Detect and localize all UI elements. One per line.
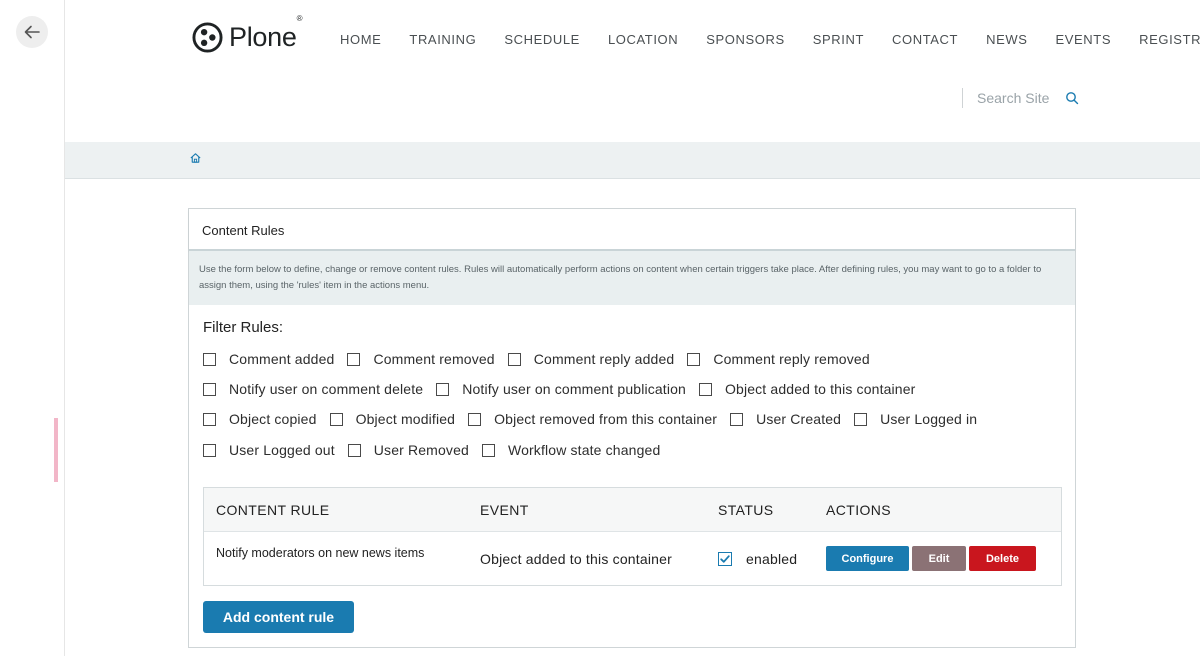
search-input[interactable] — [977, 90, 1051, 106]
rule-name: Notify moderators on new news items — [216, 546, 425, 560]
filter-object-removed[interactable]: Object removed from this container — [468, 411, 717, 427]
panel-description: Use the form below to define, change or … — [189, 251, 1075, 305]
check-icon — [720, 555, 730, 563]
nav-news[interactable]: NEWS — [972, 32, 1041, 48]
breadcrumb — [65, 142, 1200, 179]
checkbox[interactable] — [203, 412, 216, 426]
filter-comment-removed[interactable]: Comment removed — [347, 351, 495, 367]
checkbox[interactable] — [347, 352, 361, 366]
filter-title: Filter Rules: — [203, 319, 284, 336]
checkbox[interactable] — [347, 443, 361, 457]
search-icon[interactable] — [1065, 91, 1079, 105]
nav-events[interactable]: EVENTS — [1041, 32, 1125, 48]
checkbox[interactable] — [468, 412, 482, 426]
checkbox[interactable] — [687, 352, 701, 366]
filter-workflow-state-changed[interactable]: Workflow state changed — [481, 442, 660, 458]
filter-notify-comment-publication[interactable]: Notify user on comment publication — [436, 381, 686, 397]
configure-button[interactable]: Configure — [826, 546, 909, 571]
rule-event: Object added to this container — [480, 551, 673, 567]
filter-object-copied[interactable]: Object copied — [203, 411, 317, 427]
status-label: enabled — [746, 551, 798, 567]
panel-title: Content Rules — [189, 209, 1075, 251]
filter-row: Object copied Object modified Object rem… — [203, 411, 990, 427]
checkbox[interactable] — [203, 352, 216, 366]
filter-user-created[interactable]: User Created — [730, 411, 841, 427]
checkbox[interactable] — [730, 412, 744, 426]
filter-row: Comment added Comment removed Comment re… — [203, 351, 883, 367]
table-row: Notify moderators on new news items Obje… — [204, 532, 1061, 585]
filter-comment-reply-removed[interactable]: Comment reply removed — [687, 351, 870, 367]
enabled-checkbox[interactable] — [718, 552, 732, 566]
checkbox[interactable] — [203, 382, 216, 396]
nav-schedule[interactable]: SCHEDULE — [490, 32, 594, 48]
column-header-rule: CONTENT RULE — [216, 502, 330, 518]
filter-comment-reply-added[interactable]: Comment reply added — [507, 351, 675, 367]
checkbox[interactable] — [854, 412, 868, 426]
filter-object-modified[interactable]: Object modified — [329, 411, 456, 427]
filter-row: Notify user on comment delete Notify use… — [203, 381, 929, 397]
add-content-rule-button[interactable]: Add content rule — [203, 601, 354, 633]
checkbox[interactable] — [481, 443, 495, 457]
filter-row: User Logged out User Removed Workflow st… — [203, 442, 673, 458]
logo-text: Plone® — [229, 13, 303, 52]
arrow-left-icon — [24, 25, 40, 39]
checkbox[interactable] — [203, 443, 216, 457]
nav-sponsors[interactable]: SPONSORS — [692, 32, 798, 48]
table-header: CONTENT RULE EVENT STATUS ACTIONS — [204, 488, 1061, 532]
column-header-actions: ACTIONS — [826, 502, 892, 518]
delete-button[interactable]: Delete — [969, 546, 1036, 571]
nav-location[interactable]: LOCATION — [594, 32, 692, 48]
rule-status: enabled — [718, 551, 797, 567]
site-logo[interactable]: Plone® — [192, 13, 303, 53]
plone-toolbar — [0, 0, 65, 656]
back-button[interactable] — [16, 16, 48, 48]
filter-notify-comment-delete[interactable]: Notify user on comment delete — [203, 381, 423, 397]
content-rules-panel: Content Rules Use the form below to defi… — [188, 208, 1076, 648]
checkbox[interactable] — [436, 382, 450, 396]
checkbox[interactable] — [698, 382, 712, 396]
nav-sprint[interactable]: SPRINT — [799, 32, 878, 48]
filter-user-logged-out[interactable]: User Logged out — [203, 442, 335, 458]
filter-object-added[interactable]: Object added to this container — [698, 381, 916, 397]
rules-table: CONTENT RULE EVENT STATUS ACTIONS Notify… — [203, 487, 1062, 586]
filter-user-logged-in[interactable]: User Logged in — [854, 411, 977, 427]
home-icon[interactable] — [189, 151, 202, 165]
checkbox[interactable] — [329, 412, 343, 426]
row-actions: Configure Edit Delete — [826, 546, 1036, 571]
nav-home[interactable]: HOME — [326, 32, 395, 48]
filter-comment-added[interactable]: Comment added — [203, 351, 334, 367]
edit-button[interactable]: Edit — [912, 546, 966, 571]
column-header-event: EVENT — [480, 502, 529, 518]
filter-user-removed[interactable]: User Removed — [347, 442, 469, 458]
checkbox[interactable] — [507, 352, 521, 366]
toolbar-accent — [54, 418, 58, 482]
column-header-status: STATUS — [718, 502, 774, 518]
main-navigation: HOME TRAINING SCHEDULE LOCATION SPONSORS… — [326, 32, 1200, 48]
nav-training[interactable]: TRAINING — [395, 32, 490, 48]
nav-contact[interactable]: CONTACT — [878, 32, 972, 48]
plone-logo-icon — [192, 21, 223, 53]
site-search — [962, 88, 1079, 108]
nav-registration[interactable]: REGISTRATION — [1125, 32, 1200, 48]
